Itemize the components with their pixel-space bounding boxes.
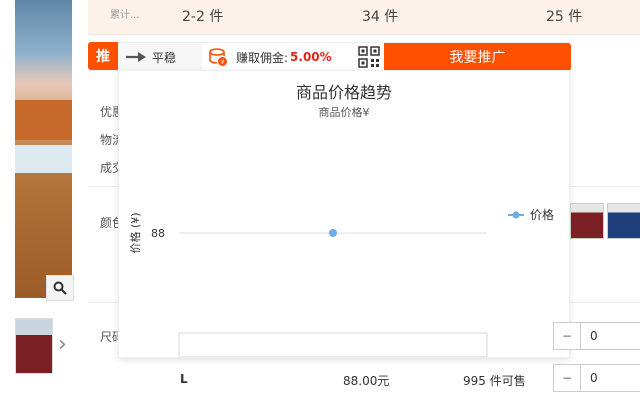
minus-button[interactable]: − bbox=[554, 365, 581, 391]
quantity-value[interactable]: 0 bbox=[581, 371, 598, 385]
chart-legend: 价格 bbox=[508, 206, 554, 223]
coin-icon: ¥ bbox=[208, 47, 228, 67]
color-swatch-red[interactable] bbox=[570, 203, 604, 239]
qr-code-icon[interactable] bbox=[358, 46, 380, 68]
sku-row: L 88.00元 995 件可售 bbox=[88, 364, 548, 394]
sku-size: L bbox=[180, 372, 188, 386]
stats-value-2: 34 件 bbox=[362, 9, 399, 25]
magnifier-icon bbox=[53, 281, 67, 295]
legend-label: 价格 bbox=[530, 208, 555, 222]
image-detail bbox=[15, 100, 72, 140]
quantity-stepper[interactable]: − 0 bbox=[553, 364, 640, 392]
trend-label: 平稳 bbox=[152, 50, 177, 65]
price-trend-toggle[interactable]: 平稳 bbox=[118, 43, 202, 71]
promo-tag: 推 bbox=[88, 42, 118, 70]
stats-value-3: 25 件 bbox=[546, 9, 583, 25]
sku-price: 88.00元 bbox=[343, 374, 390, 388]
minus-button[interactable]: − bbox=[554, 323, 581, 349]
arrow-right-icon bbox=[126, 52, 146, 62]
zoom-button[interactable] bbox=[46, 275, 74, 301]
chevron-right-icon[interactable]: › bbox=[58, 332, 67, 357]
stats-value-1: 2-2 件 bbox=[182, 9, 224, 25]
price-trend-popup: 商品价格趋势 商品价格¥ 价格 (¥) 88 bbox=[118, 70, 570, 358]
commission-info: ¥ 赚取佣金: 5.00% bbox=[202, 43, 354, 71]
commission-rate: 5.00% bbox=[290, 50, 332, 64]
sales-stats-row: 累计... 2-2 件 34 件 25 件 bbox=[88, 0, 640, 35]
stats-label: 累计... bbox=[110, 10, 140, 21]
promo-bar: 平稳 ¥ 赚取佣金: 5.00% 我要推广 bbox=[118, 42, 571, 71]
quantity-value[interactable]: 0 bbox=[581, 329, 598, 343]
data-point[interactable] bbox=[329, 229, 337, 237]
y-axis-label: 价格 (¥) bbox=[128, 212, 142, 253]
color-swatch-blue[interactable] bbox=[607, 203, 640, 239]
image-detail bbox=[15, 145, 72, 173]
svg-text:¥: ¥ bbox=[221, 59, 225, 66]
quantity-stepper[interactable]: − 0 bbox=[553, 322, 640, 350]
promote-button[interactable]: 我要推广 bbox=[384, 43, 571, 71]
product-thumbnail[interactable] bbox=[15, 318, 53, 374]
commission-label: 赚取佣金: bbox=[236, 50, 289, 65]
sku-stock: 995 件可售 bbox=[463, 374, 526, 388]
y-tick-label: 88 bbox=[151, 227, 165, 240]
legend-marker bbox=[508, 208, 524, 222]
price-chart: 价格 (¥) 88 bbox=[128, 212, 488, 357]
product-main-image[interactable] bbox=[15, 0, 72, 298]
range-selector[interactable] bbox=[178, 332, 488, 357]
